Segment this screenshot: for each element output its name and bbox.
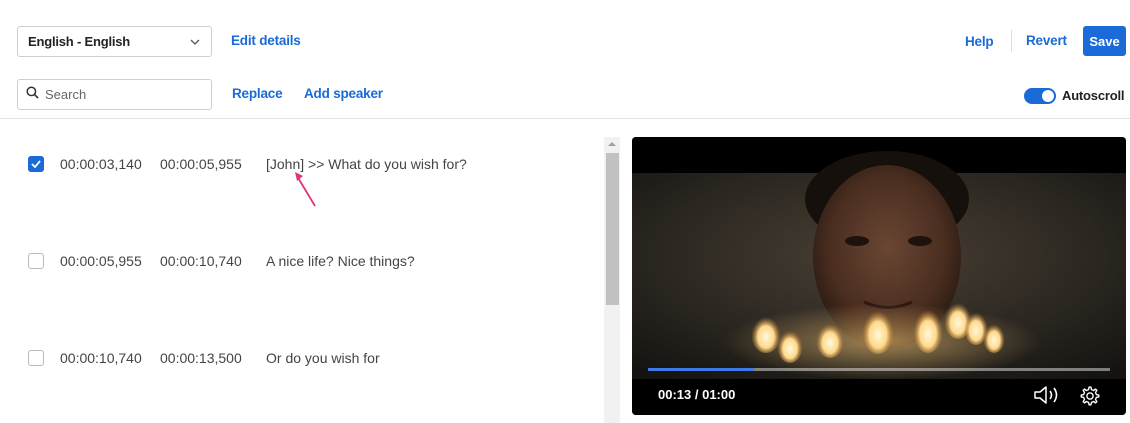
caption-checkbox[interactable] [28,350,44,366]
caption-end-time[interactable]: 00:00:05,955 [160,156,266,172]
volume-icon[interactable] [1032,385,1062,410]
settings-gear-icon[interactable] [1079,385,1101,412]
video-time: 00:13 / 01:00 [658,387,736,402]
autoscroll-toggle[interactable] [1024,88,1056,104]
caption-end-time[interactable]: 00:00:10,740 [160,253,266,269]
caption-checkbox[interactable] [28,253,44,269]
toolbar-divider [1011,30,1012,52]
save-button[interactable]: Save [1083,26,1126,56]
caption-row[interactable]: 00:00:03,140 00:00:05,955 [John] >> What… [28,154,467,174]
caption-end-time[interactable]: 00:00:13,500 [160,350,266,366]
caption-text[interactable]: Or do you wish for [266,350,380,366]
chevron-down-icon [189,36,201,48]
replace-link[interactable]: Replace [232,86,283,101]
search-input[interactable] [45,87,195,102]
caption-start-time[interactable]: 00:00:10,740 [60,350,160,366]
caption-start-time[interactable]: 00:00:05,955 [60,253,160,269]
language-select[interactable]: English - English [17,26,212,57]
header-divider [0,118,1130,119]
caption-checkbox[interactable] [28,156,44,172]
caption-row[interactable]: 00:00:05,955 00:00:10,740 A nice life? N… [28,251,415,271]
language-select-value: English - English [28,34,131,49]
video-progress-fill [648,368,755,371]
toggle-knob [1042,90,1054,102]
edit-details-link[interactable]: Edit details [231,33,301,48]
annotation-arrow-icon [295,172,316,207]
revert-link[interactable]: Revert [1026,33,1067,48]
video-progress-bar[interactable] [648,368,1110,371]
autoscroll-label: Autoscroll [1062,88,1125,103]
video-frame [632,137,1126,415]
help-link[interactable]: Help [965,34,994,49]
caption-start-time[interactable]: 00:00:03,140 [60,156,160,172]
scroll-up-icon[interactable] [608,141,616,147]
search-icon [26,85,39,104]
add-speaker-link[interactable]: Add speaker [304,86,383,101]
caption-list-scrollbar[interactable] [604,137,620,423]
caption-text[interactable]: A nice life? Nice things? [266,253,415,269]
caption-row[interactable]: 00:00:10,740 00:00:13,500 Or do you wish… [28,348,380,368]
scrollbar-thumb[interactable] [606,153,619,305]
video-player[interactable]: 00:13 / 01:00 [632,137,1126,415]
search-box[interactable] [17,79,212,110]
